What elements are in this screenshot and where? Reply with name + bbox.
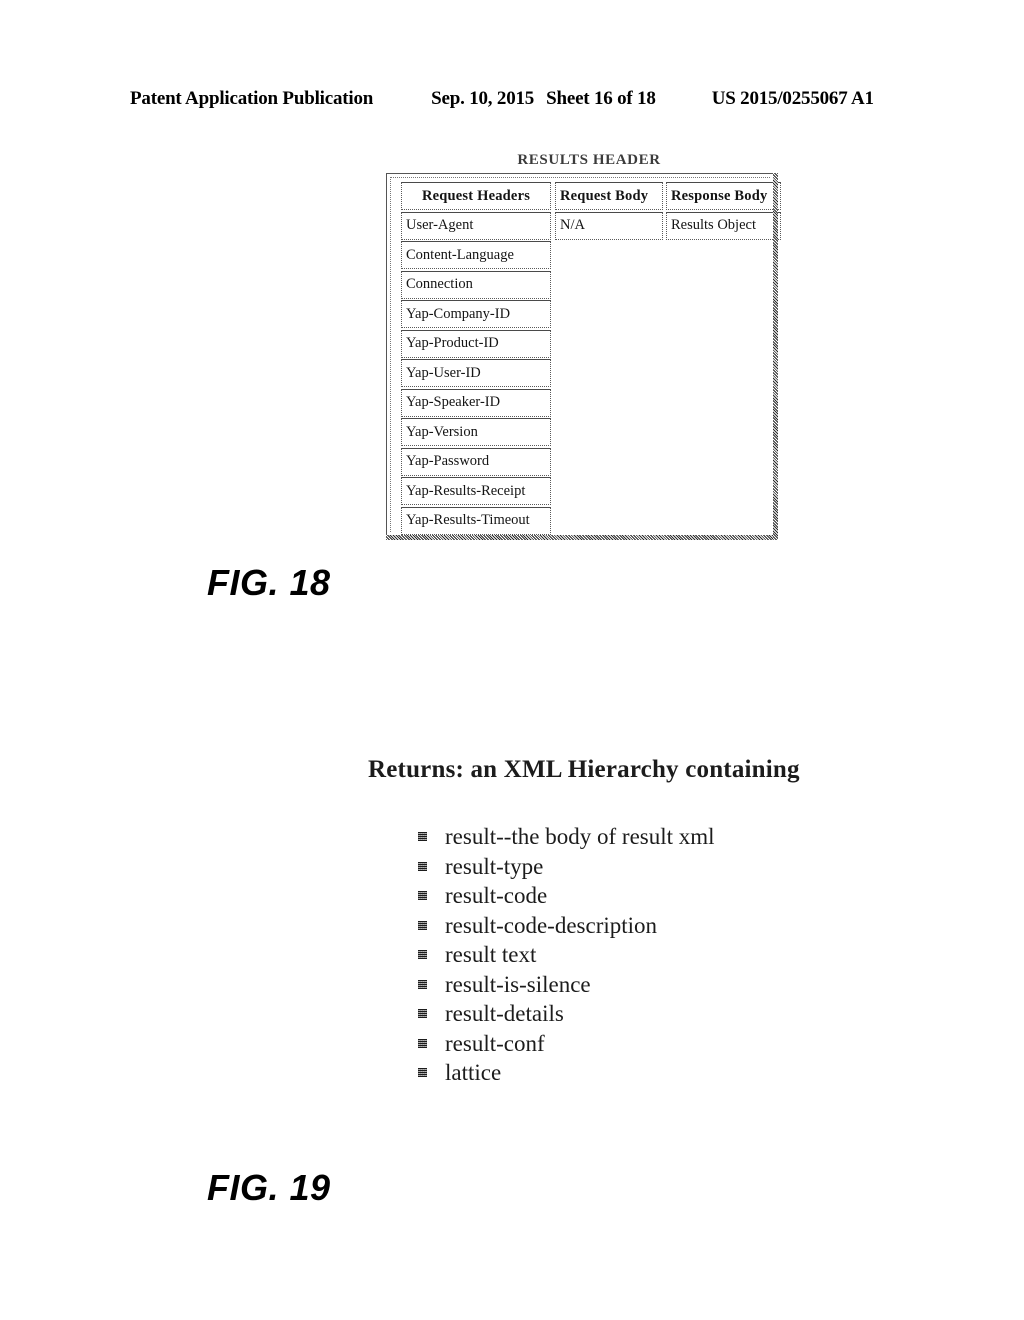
list-item: lattice — [418, 1058, 888, 1088]
results-header-table: Request Headers User-Agent Content-Langu… — [401, 182, 781, 536]
table-row: Yap-Results-Receipt — [401, 477, 551, 505]
table-row: N/A — [555, 211, 663, 240]
list-item-label: lattice — [445, 1060, 502, 1085]
table-row: Content-Language — [401, 241, 551, 269]
list-item-label: result-is-silence — [445, 971, 591, 997]
list-item-label: result--the body of result xml — [445, 824, 715, 849]
returns-heading: Returns: an XML Hierarchy containing — [368, 756, 800, 783]
square-bullet-icon — [418, 1068, 427, 1077]
results-header-title: RESULTS HEADER — [517, 152, 661, 168]
column-header-response-body: Response Body — [666, 182, 781, 210]
list-item: result-details — [418, 999, 888, 1029]
table-row: Yap-Results-Timeout — [401, 506, 551, 535]
figure-19: Returns: an XML Hierarchy containing res… — [368, 756, 888, 1088]
list-item: result-code-description — [418, 911, 888, 941]
table-row: Yap-Password — [401, 447, 551, 476]
table-row: Yap-Company-ID — [401, 300, 551, 328]
list-item: result--the body of result xml — [418, 822, 888, 852]
table-row: Connection — [401, 270, 551, 299]
list-item-label: result-code — [445, 883, 548, 908]
document-number: US 2015/0255067 A1 — [711, 88, 874, 109]
square-bullet-icon — [418, 861, 427, 871]
table-row: Yap-Version — [401, 418, 551, 446]
page-header: Patent Application Publication Sep. 10, … — [130, 88, 890, 110]
list-item-label: result-details — [445, 1001, 564, 1026]
request-headers-column: Request Headers User-Agent Content-Langu… — [401, 182, 551, 536]
square-bullet-icon — [418, 891, 427, 900]
list-item: result text — [418, 940, 888, 970]
square-bullet-icon — [418, 920, 427, 930]
column-header-request-body: Request Body — [555, 182, 663, 210]
list-item: result-code — [418, 881, 888, 911]
table-row: Results Object — [666, 211, 781, 240]
table-row: Yap-User-ID — [401, 359, 551, 387]
request-body-column: Request Body N/A — [555, 182, 663, 241]
list-item: result-conf — [418, 1029, 888, 1059]
table-row: Yap-Speaker-ID — [401, 388, 551, 417]
square-bullet-icon — [418, 832, 427, 841]
square-bullet-icon — [418, 1038, 427, 1048]
square-bullet-icon — [418, 950, 427, 959]
returns-list: result--the body of result xml result-ty… — [368, 822, 888, 1088]
figure-19-label: FIG. 19 — [207, 1167, 331, 1208]
list-item-label: result-type — [445, 853, 544, 879]
table-row: User-Agent — [401, 211, 551, 240]
list-item: result-type — [418, 852, 888, 882]
results-header-table-inner: Request Headers User-Agent Content-Langu… — [390, 177, 781, 535]
list-item-label: result-code-description — [445, 912, 658, 938]
square-bullet-icon — [418, 979, 427, 989]
square-bullet-icon — [418, 1009, 427, 1018]
table-row: Yap-Product-ID — [401, 329, 551, 358]
figure-18: RESULTS HEADER Request Headers User-Agen… — [386, 152, 786, 540]
publication-label: Patent Application Publication — [130, 88, 374, 109]
list-item-label: result-conf — [445, 1030, 545, 1056]
publication-date: Sep. 10, 2015 — [431, 88, 535, 109]
results-header-table-box: Request Headers User-Agent Content-Langu… — [386, 173, 781, 540]
list-item: result-is-silence — [418, 970, 888, 1000]
list-item-label: result text — [445, 942, 537, 967]
sheet-number: Sheet 16 of 18 — [546, 88, 656, 109]
column-header-request-headers: Request Headers — [401, 182, 551, 210]
figure-18-label: FIG. 18 — [207, 562, 331, 603]
response-body-column: Response Body Results Object — [666, 182, 781, 241]
